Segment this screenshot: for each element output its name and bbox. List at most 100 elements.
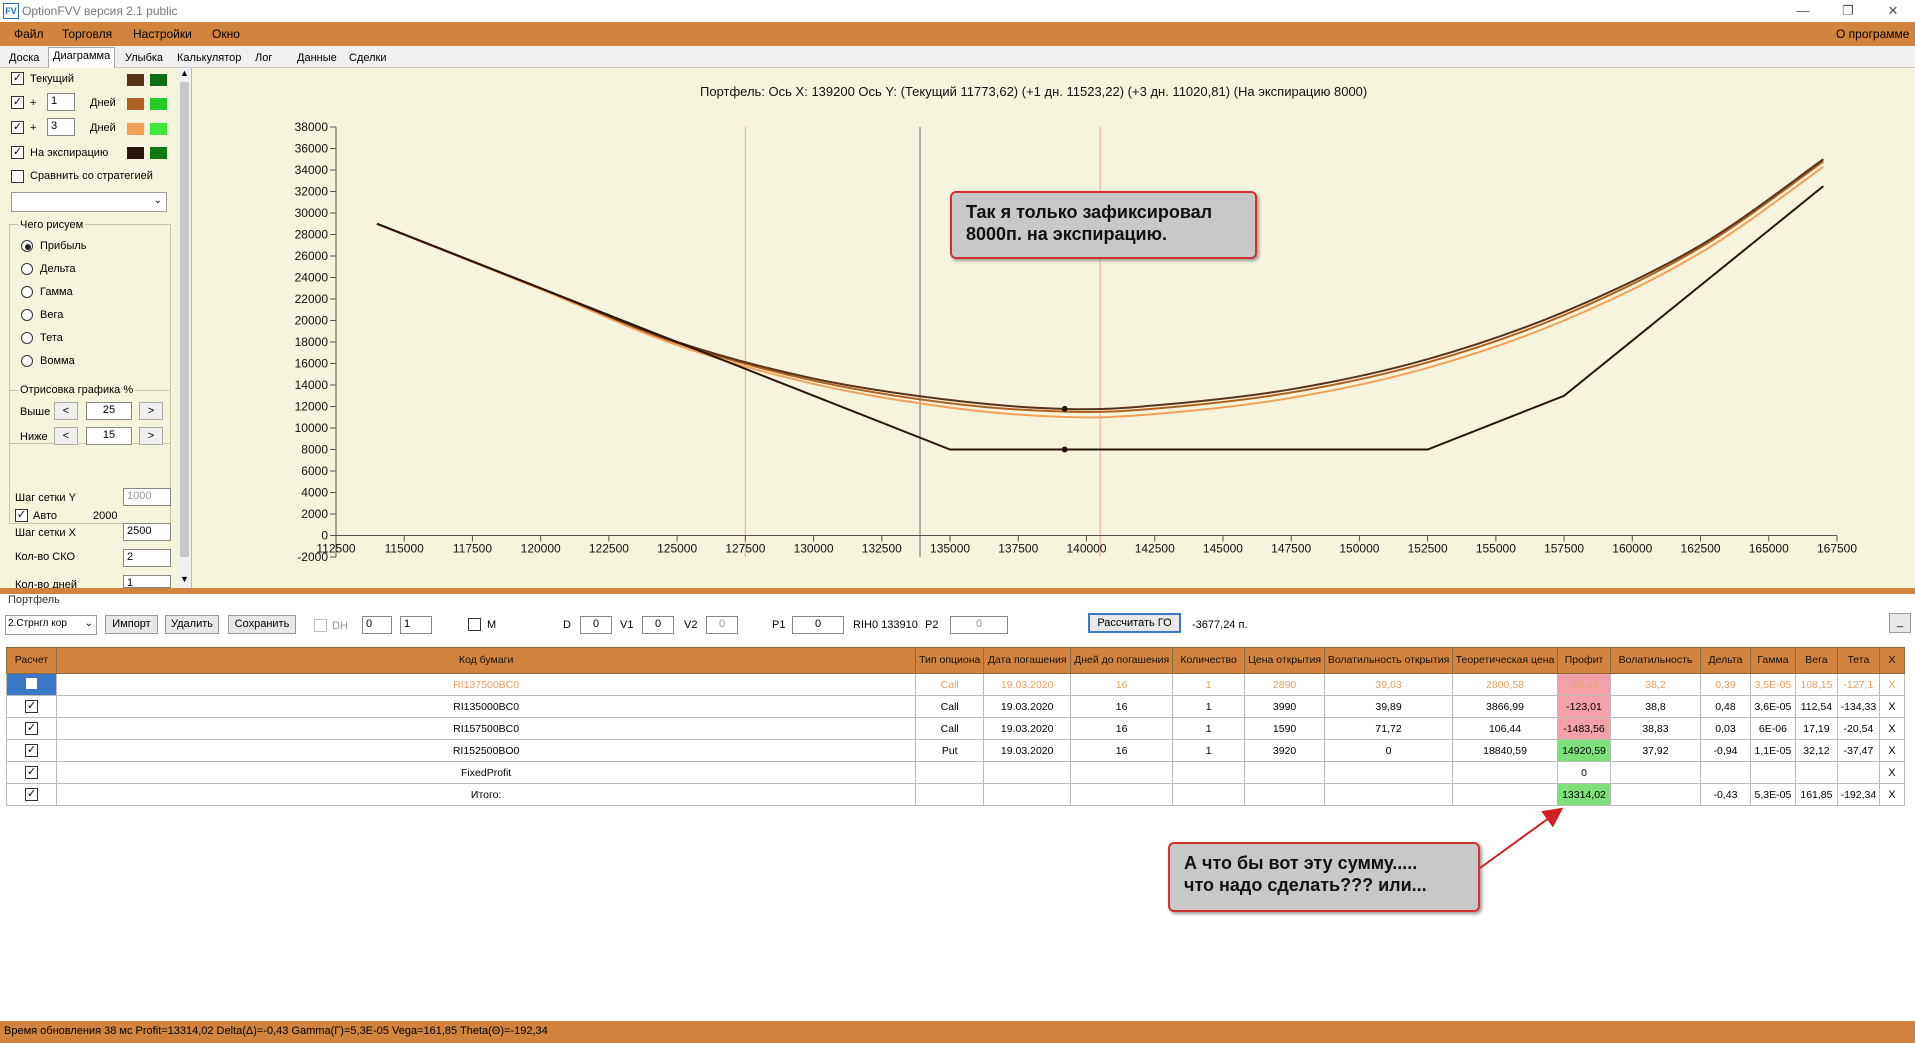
col-open-vol[interactable]: Волатильность открытия [1324, 647, 1454, 674]
y-tick-label: 30000 [295, 206, 329, 220]
cell-theta: -20,54 [1836, 717, 1880, 740]
cell-theo-price [1452, 783, 1558, 806]
col-vega[interactable]: Вега [1794, 647, 1838, 674]
x-tick-label: 137500 [998, 542, 1038, 556]
row-calc-cell: ✓ [6, 695, 57, 718]
portfolio-label: Портфель [8, 594, 60, 606]
col-theo-price[interactable]: Теоретическая цена [1452, 647, 1558, 674]
cell-vol [1609, 783, 1701, 806]
cell-date: 19.03.2020 [983, 739, 1072, 762]
table-row[interactable]: ✓ RI135000BC0 Call 19.03.2020 16 1 3990 39,89 38… [6, 695, 1906, 718]
col-open-price[interactable]: Цена открытия [1244, 647, 1326, 674]
cell-delta: -0,43 [1699, 783, 1751, 806]
annotation-callout-top: Так я только зафиксировал 8000п. на эксп… [950, 191, 1257, 259]
cell-days [1070, 761, 1174, 784]
cell-open-vol: 39,03 [1324, 673, 1454, 696]
y-tick-label: 8000 [301, 443, 328, 457]
calc-go-button[interactable]: Рассчитать ГО [1088, 613, 1181, 633]
cell-vega: 112,54 [1794, 695, 1838, 718]
cell-delta: 0,48 [1699, 695, 1751, 718]
cell-theo-price: 106,44 [1452, 717, 1558, 740]
col-type[interactable]: Тип опциона [915, 647, 985, 674]
table-row[interactable]: ✓ RI152500BO0 Put 19.03.2020 16 1 3920 0 18840,5… [6, 739, 1906, 762]
col-profit[interactable]: Профит [1557, 647, 1611, 674]
delete-button[interactable]: Удалить [165, 615, 219, 634]
remove-row-button[interactable]: X [1878, 783, 1906, 806]
cell-open-price: 1590 [1244, 717, 1326, 740]
remove-row-button[interactable]: X [1878, 739, 1906, 762]
m-checkbox[interactable] [468, 618, 481, 631]
cell-delta: -0,94 [1699, 739, 1751, 762]
cell-code: Итого: [55, 783, 917, 806]
x-tick-label: 167500 [1817, 542, 1857, 556]
table-row[interactable]: ✓ RI157500BC0 Call 19.03.2020 16 1 1590 71,72 10… [6, 717, 1906, 740]
col-gamma[interactable]: Гамма [1749, 647, 1796, 674]
table-row[interactable]: RI137500BC0 Call 19.03.2020 16 1 2890 39,03 280… [6, 673, 1906, 696]
remove-row-button[interactable]: X [1878, 761, 1906, 784]
cell-theta: -134,33 [1836, 695, 1880, 718]
import-button[interactable]: Импорт [105, 615, 158, 634]
cell-theta: -192,34 [1836, 783, 1880, 806]
col-code[interactable]: Код бумаги [55, 647, 917, 674]
save-button[interactable]: Сохранить [228, 615, 296, 634]
col-date[interactable]: Дата погашения [983, 647, 1072, 674]
p2-input[interactable]: 0 [950, 616, 1008, 634]
x-tick-label: 157500 [1544, 542, 1584, 556]
dh-spin-2[interactable]: 1 [400, 616, 432, 634]
positions-table-body: RI137500BC0 Call 19.03.2020 16 1 2890 39,03 280… [6, 673, 1906, 806]
x-tick-label: 117500 [453, 542, 492, 556]
row-calc-checkbox[interactable]: ✓ [24, 722, 38, 735]
p1-label: P1 [772, 619, 786, 631]
table-row[interactable]: ✓ Итого: 13314,02 -0,43 5,3E-05 161,85 -192,34… [6, 783, 1906, 806]
v1-input[interactable]: 0 [642, 616, 674, 634]
y-tick-label: 26000 [295, 249, 329, 263]
row-calc-cell: ✓ [6, 783, 57, 806]
y-tick-label: 14000 [295, 378, 329, 392]
dh-spin-1[interactable]: 0 [362, 616, 392, 634]
remove-row-button[interactable]: X [1878, 717, 1906, 740]
row-calc-checkbox[interactable] [24, 676, 38, 690]
table-header-row: Расчет Код бумаги Тип опциона Дата погаш… [6, 647, 1906, 674]
col-x[interactable]: X [1878, 647, 1906, 674]
x-tick-label: 127500 [725, 542, 765, 556]
cell-date: 19.03.2020 [983, 695, 1072, 718]
table-row[interactable]: ✓ FixedProfit 0 X [6, 761, 1906, 784]
col-theta[interactable]: Тета [1836, 647, 1880, 674]
cell-code: RI152500BO0 [55, 739, 917, 762]
col-vol[interactable]: Волатильность [1609, 647, 1701, 674]
status-text: Время обновления 38 мс Profit=13314,02 D… [4, 1025, 548, 1037]
col-days[interactable]: Дней до погашения [1070, 647, 1174, 674]
x-tick-label: 150000 [1339, 542, 1379, 556]
cell-type: Call [915, 673, 985, 696]
cell-qty: 1 [1172, 739, 1246, 762]
cell-days: 16 [1070, 673, 1174, 696]
x-tick-label: 162500 [1681, 542, 1721, 556]
row-calc-checkbox[interactable]: ✓ [24, 766, 38, 779]
v2-input[interactable]: 0 [706, 616, 738, 634]
rih-price-label: RIH0 133910 [853, 619, 918, 631]
cell-vol [1609, 761, 1701, 784]
cell-qty: 1 [1172, 717, 1246, 740]
cell-vol: 37,92 [1609, 739, 1701, 762]
row-calc-checkbox[interactable]: ✓ [24, 744, 38, 757]
callout-bottom-line1: А что бы вот эту сумму..... [1184, 853, 1418, 873]
portfolio-minimize-button[interactable]: _ [1889, 613, 1911, 633]
row-calc-checkbox[interactable]: ✓ [24, 788, 38, 801]
y-tick-label: 2000 [301, 507, 328, 521]
dh-checkbox[interactable] [314, 619, 327, 632]
col-calc[interactable]: Расчет [6, 647, 57, 674]
cell-gamma [1749, 761, 1796, 784]
col-delta[interactable]: Дельта [1699, 647, 1751, 674]
x-tick-label: 130000 [794, 542, 834, 556]
dh-label: DH [332, 620, 348, 632]
row-calc-checkbox[interactable]: ✓ [24, 700, 38, 713]
remove-row-button[interactable]: X [1878, 695, 1906, 718]
cell-gamma: 3,5E-05 [1749, 673, 1796, 696]
p1-input[interactable]: 0 [792, 616, 844, 634]
cell-qty [1172, 783, 1246, 806]
col-qty[interactable]: Количество [1172, 647, 1246, 674]
cell-theta: -37,47 [1836, 739, 1880, 762]
portfolio-select[interactable]: 2.Стрнгл кор ⌄ [5, 615, 97, 635]
remove-row-button[interactable]: X [1878, 673, 1906, 696]
d-input[interactable]: 0 [580, 616, 612, 634]
